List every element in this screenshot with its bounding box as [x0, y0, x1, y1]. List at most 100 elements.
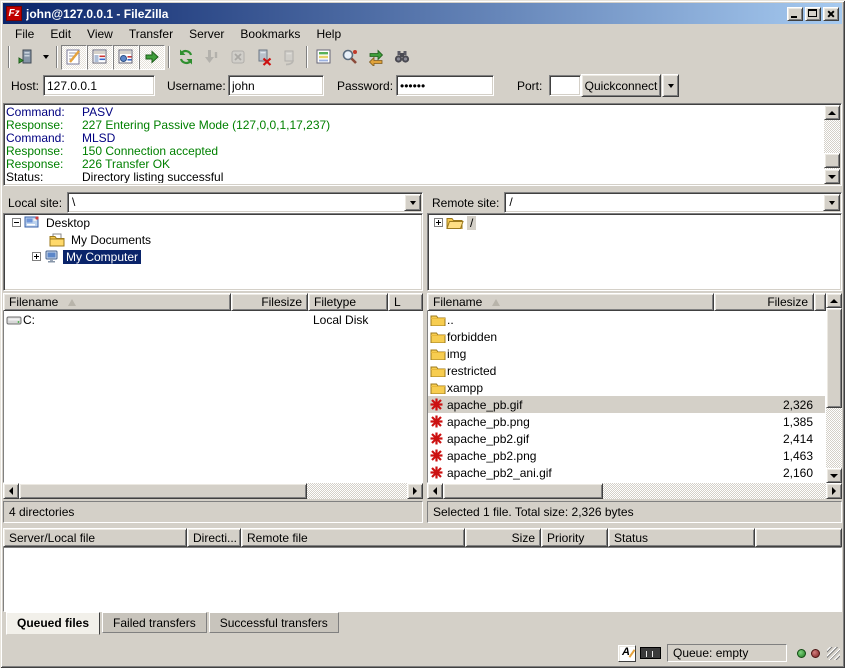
local-col-last-modified[interactable]: L: [388, 293, 423, 311]
scroll-thumb[interactable]: [824, 153, 840, 168]
cancel-button[interactable]: [225, 45, 251, 70]
maximize-button[interactable]: [805, 7, 821, 21]
remote-file-row[interactable]: ..: [428, 311, 825, 328]
remote-file-row[interactable]: restricted: [428, 362, 825, 379]
scroll-left-icon[interactable]: [3, 483, 19, 499]
tab-failed-transfers[interactable]: Failed transfers: [102, 612, 207, 633]
queue-col-size[interactable]: Size: [465, 528, 541, 547]
menu-bookmarks[interactable]: Bookmarks: [232, 26, 308, 42]
find-files-button[interactable]: [389, 45, 415, 70]
queue-list-body[interactable]: [3, 547, 842, 612]
toggle-message-log-button[interactable]: [61, 45, 87, 70]
remote-file-row[interactable]: img: [428, 345, 825, 362]
filezilla-logo-icon: Fz: [6, 6, 22, 21]
scroll-thumb[interactable]: [19, 483, 307, 499]
scroll-down-icon[interactable]: [826, 468, 842, 483]
local-horizontal-scrollbar[interactable]: [3, 483, 423, 499]
data-type-icon[interactable]: [618, 645, 636, 662]
synchronized-browsing-button[interactable]: [363, 45, 389, 70]
status-bar: Queue: empty: [3, 641, 842, 665]
host-input[interactable]: [43, 75, 155, 96]
remote-site-combobox[interactable]: /: [504, 192, 842, 213]
remote-vertical-scrollbar[interactable]: [826, 293, 842, 483]
chevron-down-icon: [829, 201, 835, 208]
remote-file-row[interactable]: apache_pb2_ani.gif2,160: [428, 464, 825, 481]
sort-ascending-icon: [492, 299, 500, 306]
log-scrollbar[interactable]: [824, 105, 840, 184]
scroll-up-icon[interactable]: [826, 293, 842, 308]
file-type: Local Disk: [313, 313, 368, 327]
scroll-right-icon[interactable]: [407, 483, 423, 499]
remote-col-filesize[interactable]: Filesize: [714, 293, 814, 311]
filezilla-window: Fz john@127.0.0.1 - FileZilla File Edit …: [0, 0, 845, 668]
remote-file-row[interactable]: apache_pb2.png1,463: [428, 447, 825, 464]
queue-col-server-local-file[interactable]: Server/Local file: [3, 528, 187, 547]
local-col-filetype[interactable]: Filetype: [308, 293, 388, 311]
queue-col-priority[interactable]: Priority: [541, 528, 608, 547]
remote-file-row[interactable]: apache_pb2.gif2,414: [428, 430, 825, 447]
remote-file-row-selected[interactable]: apache_pb.gif2,326: [428, 396, 825, 413]
open-folder-icon: [446, 216, 464, 229]
minimize-button[interactable]: [787, 7, 803, 21]
local-site-value: \: [72, 195, 75, 209]
scroll-thumb[interactable]: [443, 483, 603, 499]
queue-col-status[interactable]: Status: [608, 528, 755, 547]
local-col-filesize[interactable]: Filesize: [231, 293, 308, 311]
menu-view[interactable]: View: [79, 26, 121, 42]
scroll-right-icon[interactable]: [826, 483, 842, 499]
expand-icon[interactable]: [434, 218, 443, 227]
menu-transfer[interactable]: Transfer: [121, 26, 181, 42]
menu-file[interactable]: File: [7, 26, 42, 42]
tree-item-my-computer[interactable]: My Computer: [4, 248, 422, 265]
menu-edit[interactable]: Edit: [42, 26, 79, 42]
local-site-combobox[interactable]: \: [67, 192, 423, 213]
combo-dropdown-button[interactable]: [823, 194, 840, 211]
local-file-row[interactable]: C: Local Disk: [4, 311, 422, 328]
site-manager-button[interactable]: [13, 45, 39, 70]
username-input[interactable]: [228, 75, 324, 96]
tree-item-my-documents[interactable]: My Documents: [4, 231, 422, 248]
menu-help[interactable]: Help: [308, 26, 349, 42]
close-button[interactable]: [823, 7, 839, 21]
refresh-button[interactable]: [173, 45, 199, 70]
tree-item-root[interactable]: /: [428, 214, 841, 231]
toggle-queue-button[interactable]: [139, 45, 165, 70]
tree-item-desktop[interactable]: Desktop: [4, 214, 422, 231]
quickconnect-button[interactable]: Quickconnect: [581, 74, 661, 97]
scroll-down-icon[interactable]: [824, 169, 840, 184]
filter-icon: [315, 48, 333, 66]
resize-grip-icon[interactable]: [827, 647, 840, 660]
site-manager-dropdown-button[interactable]: [39, 45, 53, 70]
scroll-up-icon[interactable]: [824, 105, 840, 120]
toggle-remote-tree-button[interactable]: [113, 45, 139, 70]
reconnect-button[interactable]: [277, 45, 303, 70]
password-input[interactable]: [396, 75, 494, 96]
menu-bar: File Edit View Transfer Server Bookmarks…: [3, 25, 842, 43]
queue-col-direction[interactable]: Directi...: [187, 528, 241, 547]
remote-file-row[interactable]: forbidden: [428, 328, 825, 345]
scroll-left-icon[interactable]: [427, 483, 443, 499]
quickconnect-dropdown-button[interactable]: [662, 74, 679, 97]
queue-col-remote-file[interactable]: Remote file: [241, 528, 465, 547]
remote-file-row[interactable]: xampp: [428, 379, 825, 396]
process-queue-button[interactable]: [199, 45, 225, 70]
tab-queued-files[interactable]: Queued files: [6, 612, 100, 635]
filter-button[interactable]: [311, 45, 337, 70]
expand-icon[interactable]: [32, 252, 41, 261]
tab-successful-transfers[interactable]: Successful transfers: [209, 612, 339, 633]
port-input[interactable]: [549, 75, 581, 96]
scroll-thumb[interactable]: [826, 308, 842, 408]
toggle-local-tree-button[interactable]: [87, 45, 113, 70]
directory-comparison-button[interactable]: [337, 45, 363, 70]
remote-col-filename[interactable]: Filename: [427, 293, 714, 311]
combo-dropdown-button[interactable]: [404, 194, 421, 211]
speed-limit-icon[interactable]: [640, 647, 661, 659]
host-label: Host:: [11, 79, 39, 93]
local-col-filename[interactable]: Filename: [3, 293, 231, 311]
menu-server[interactable]: Server: [181, 26, 232, 42]
collapse-icon[interactable]: [12, 218, 21, 227]
image-file-icon: [430, 432, 447, 445]
remote-file-row[interactable]: apache_pb.png1,385: [428, 413, 825, 430]
disconnect-button[interactable]: [251, 45, 277, 70]
remote-horizontal-scrollbar[interactable]: [427, 483, 842, 499]
